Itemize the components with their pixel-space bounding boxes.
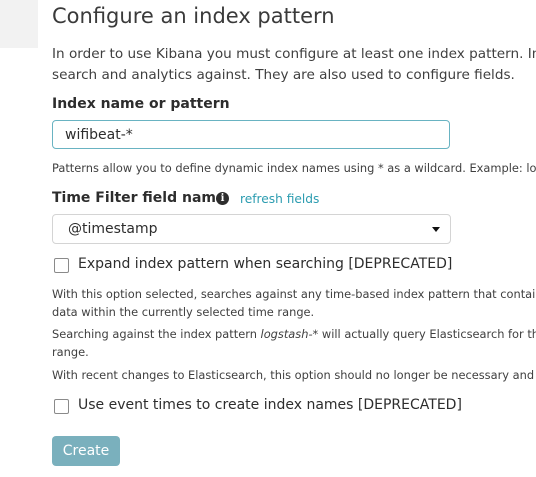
create-button[interactable]: Create xyxy=(52,436,120,466)
note-text: Searching against the index pattern xyxy=(52,327,261,341)
sidebar-panel xyxy=(0,0,38,48)
index-pattern-input[interactable] xyxy=(52,120,450,149)
note-line: Searching against the index pattern logs… xyxy=(52,325,536,343)
time-filter-select[interactable]: @timestamp xyxy=(52,214,451,244)
index-pattern-label: Index name or pattern xyxy=(52,96,230,112)
intro-text: In order to use Kibana you must configur… xyxy=(52,44,536,86)
note-text: will actually query Elasticsearch for th… xyxy=(318,327,536,341)
expand-index-pattern-label[interactable]: Expand index pattern when searching [DEP… xyxy=(78,256,452,272)
intro-line: In order to use Kibana you must configur… xyxy=(52,46,536,62)
note-line: With this option selected, searches agai… xyxy=(52,287,536,301)
chevron-down-icon xyxy=(432,227,440,232)
time-filter-selected-value: @timestamp xyxy=(68,221,158,237)
page-title: Configure an index pattern xyxy=(52,4,335,28)
event-times-checkbox[interactable] xyxy=(54,399,69,414)
index-pattern-help: Patterns allow you to define dynamic ind… xyxy=(52,161,536,175)
expand-option-example: Searching against the index pattern logs… xyxy=(52,325,536,361)
expand-option-note: With this option selected, searches agai… xyxy=(52,285,536,321)
intro-line: search and analytics against. They are a… xyxy=(52,67,515,83)
refresh-fields-link[interactable]: refresh fields xyxy=(240,192,319,206)
time-filter-label: Time Filter field name xyxy=(52,190,226,206)
note-line: range. xyxy=(52,345,89,359)
event-times-label[interactable]: Use event times to create index names [D… xyxy=(78,397,462,413)
info-icon[interactable]: i xyxy=(216,192,229,205)
note-line: data within the currently selected time … xyxy=(52,305,315,319)
example-pattern: logstash-* xyxy=(260,327,319,341)
note-line: With recent changes to Elasticsearch, th… xyxy=(52,368,536,382)
expand-index-pattern-checkbox[interactable] xyxy=(54,258,69,273)
expand-option-deprecation: With recent changes to Elasticsearch, th… xyxy=(52,366,536,384)
